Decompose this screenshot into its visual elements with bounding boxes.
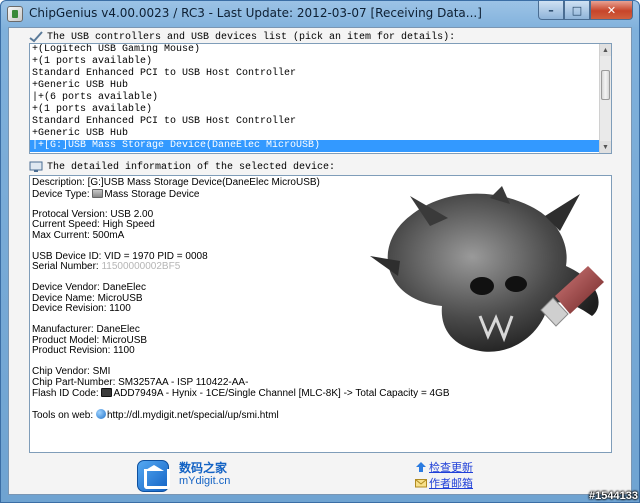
list-item-selected[interactable]: |+[G:]USB Mass Storage Device(DaneElec M… <box>30 140 611 152</box>
flash-id-line: Flash ID Code: ADD7949A - Hynix - 1CE/Si… <box>32 388 592 399</box>
title-bar[interactable]: ChipGenius v4.00.0023 / RC3 - Last Updat… <box>1 1 639 27</box>
update-arrow-icon <box>416 462 426 472</box>
author-mail-label[interactable]: 作者邮箱 <box>429 475 473 491</box>
device-revision-line: Device Revision: 1100 <box>32 303 131 314</box>
details-header: The detailed information of the selected… <box>29 160 335 174</box>
client-area: The USB controllers and USB devices list… <box>8 27 632 495</box>
usb-checkmark-icon <box>29 31 43 43</box>
author-mail-link[interactable]: 作者邮箱 <box>415 475 473 491</box>
device-type-line: Device Type: Mass Storage Device <box>32 188 592 200</box>
manufacturer-line: Manufacturer: DaneElec <box>32 324 140 335</box>
device-list-header-label: The USB controllers and USB devices list… <box>47 31 456 43</box>
flash-id-value: ADD7949A - Hynix - 1CE/Single Channel [M… <box>113 388 450 399</box>
device-list-header: The USB controllers and USB devices list… <box>29 30 455 44</box>
image-watermark: #1544133 <box>589 490 638 502</box>
scroll-thumb[interactable] <box>601 70 610 100</box>
globe-icon <box>95 409 106 419</box>
product-revision-line: Product Revision: 1100 <box>32 345 135 356</box>
logo-english-text[interactable]: mYdigit.cn <box>179 475 230 487</box>
list-item[interactable]: +Generic USB Hub <box>30 128 611 140</box>
flash-id-label: Flash ID Code: <box>32 388 99 399</box>
usb-device-list[interactable]: +(Logitech USB Gaming Mouse) +(1 ports a… <box>29 43 612 154</box>
chip-part-number-line: Chip Part-Number: SM3257AA - ISP 110422-… <box>32 376 249 388</box>
monitor-icon <box>29 161 43 172</box>
details-text: Description: [G:]USB Mass Storage Device… <box>32 177 592 421</box>
list-item[interactable]: +(1 ports available) <box>30 56 611 68</box>
app-window: ChipGenius v4.00.0023 / RC3 - Last Updat… <box>0 0 640 503</box>
window-title: ChipGenius v4.00.0023 / RC3 - Last Updat… <box>29 6 482 20</box>
list-item[interactable]: Standard Enhanced PCI to USB Host Contro… <box>30 116 611 128</box>
list-item[interactable]: +(1 ports available) <box>30 104 611 116</box>
minimize-button[interactable]: – <box>538 1 564 20</box>
list-item[interactable]: |+(6 ports available) <box>30 92 611 104</box>
chipgenius-app-icon <box>7 6 23 22</box>
current-speed-line: Current Speed: High Speed <box>32 219 155 230</box>
tools-url-link[interactable]: http://dl.mydigit.net/special/up/smi.htm… <box>107 410 279 421</box>
list-item[interactable]: +Generic USB Hub <box>30 80 611 92</box>
description-line: Description: [G:]USB Mass Storage Device… <box>32 177 320 188</box>
serial-number-value: 11500000002BF5 <box>101 261 181 272</box>
maximize-button[interactable]: □ <box>564 1 590 20</box>
max-current-line: Max Current: 500mA <box>32 229 125 241</box>
device-vendor-line: Device Vendor: DaneElec <box>32 282 146 293</box>
close-button[interactable]: ✕ <box>590 1 633 20</box>
footer-bar: 数码之家 mYdigit.cn 检查更新 作者邮箱 <box>9 455 631 495</box>
list-item[interactable]: Standard Enhanced PCI to USB Host Contro… <box>30 68 611 80</box>
serial-number-line: Serial Number: 11500000002BF5 <box>32 261 592 273</box>
tools-on-web-line: Tools on web: http://dl.mydigit.net/spec… <box>32 409 592 421</box>
check-update-link[interactable]: 检查更新 <box>415 459 473 475</box>
mydigit-house-logo-icon[interactable] <box>137 460 170 492</box>
chip-icon <box>101 388 113 397</box>
device-list-scrollbar[interactable]: ▲ ▼ <box>599 44 611 153</box>
caption-buttons: – □ ✕ <box>538 1 633 20</box>
serial-number-label: Serial Number: <box>32 261 99 272</box>
chip-vendor-line: Chip Vendor: SMI <box>32 366 111 377</box>
list-item[interactable]: +(Logitech USB Gaming Mouse) <box>30 44 611 56</box>
scroll-down-arrow-icon[interactable]: ▼ <box>600 141 611 153</box>
device-type-value: Mass Storage Device <box>104 188 200 200</box>
tools-on-web-label: Tools on web: <box>32 410 94 421</box>
scroll-up-arrow-icon[interactable]: ▲ <box>600 44 611 56</box>
envelope-icon <box>415 479 427 488</box>
drive-icon <box>92 188 104 198</box>
device-type-label: Device Type: <box>32 188 90 200</box>
logo-chinese-text[interactable]: 数码之家 <box>179 459 227 476</box>
details-header-label: The detailed information of the selected… <box>47 161 336 173</box>
device-details-panel[interactable]: Description: [G:]USB Mass Storage Device… <box>29 175 612 453</box>
check-update-label[interactable]: 检查更新 <box>429 459 473 475</box>
